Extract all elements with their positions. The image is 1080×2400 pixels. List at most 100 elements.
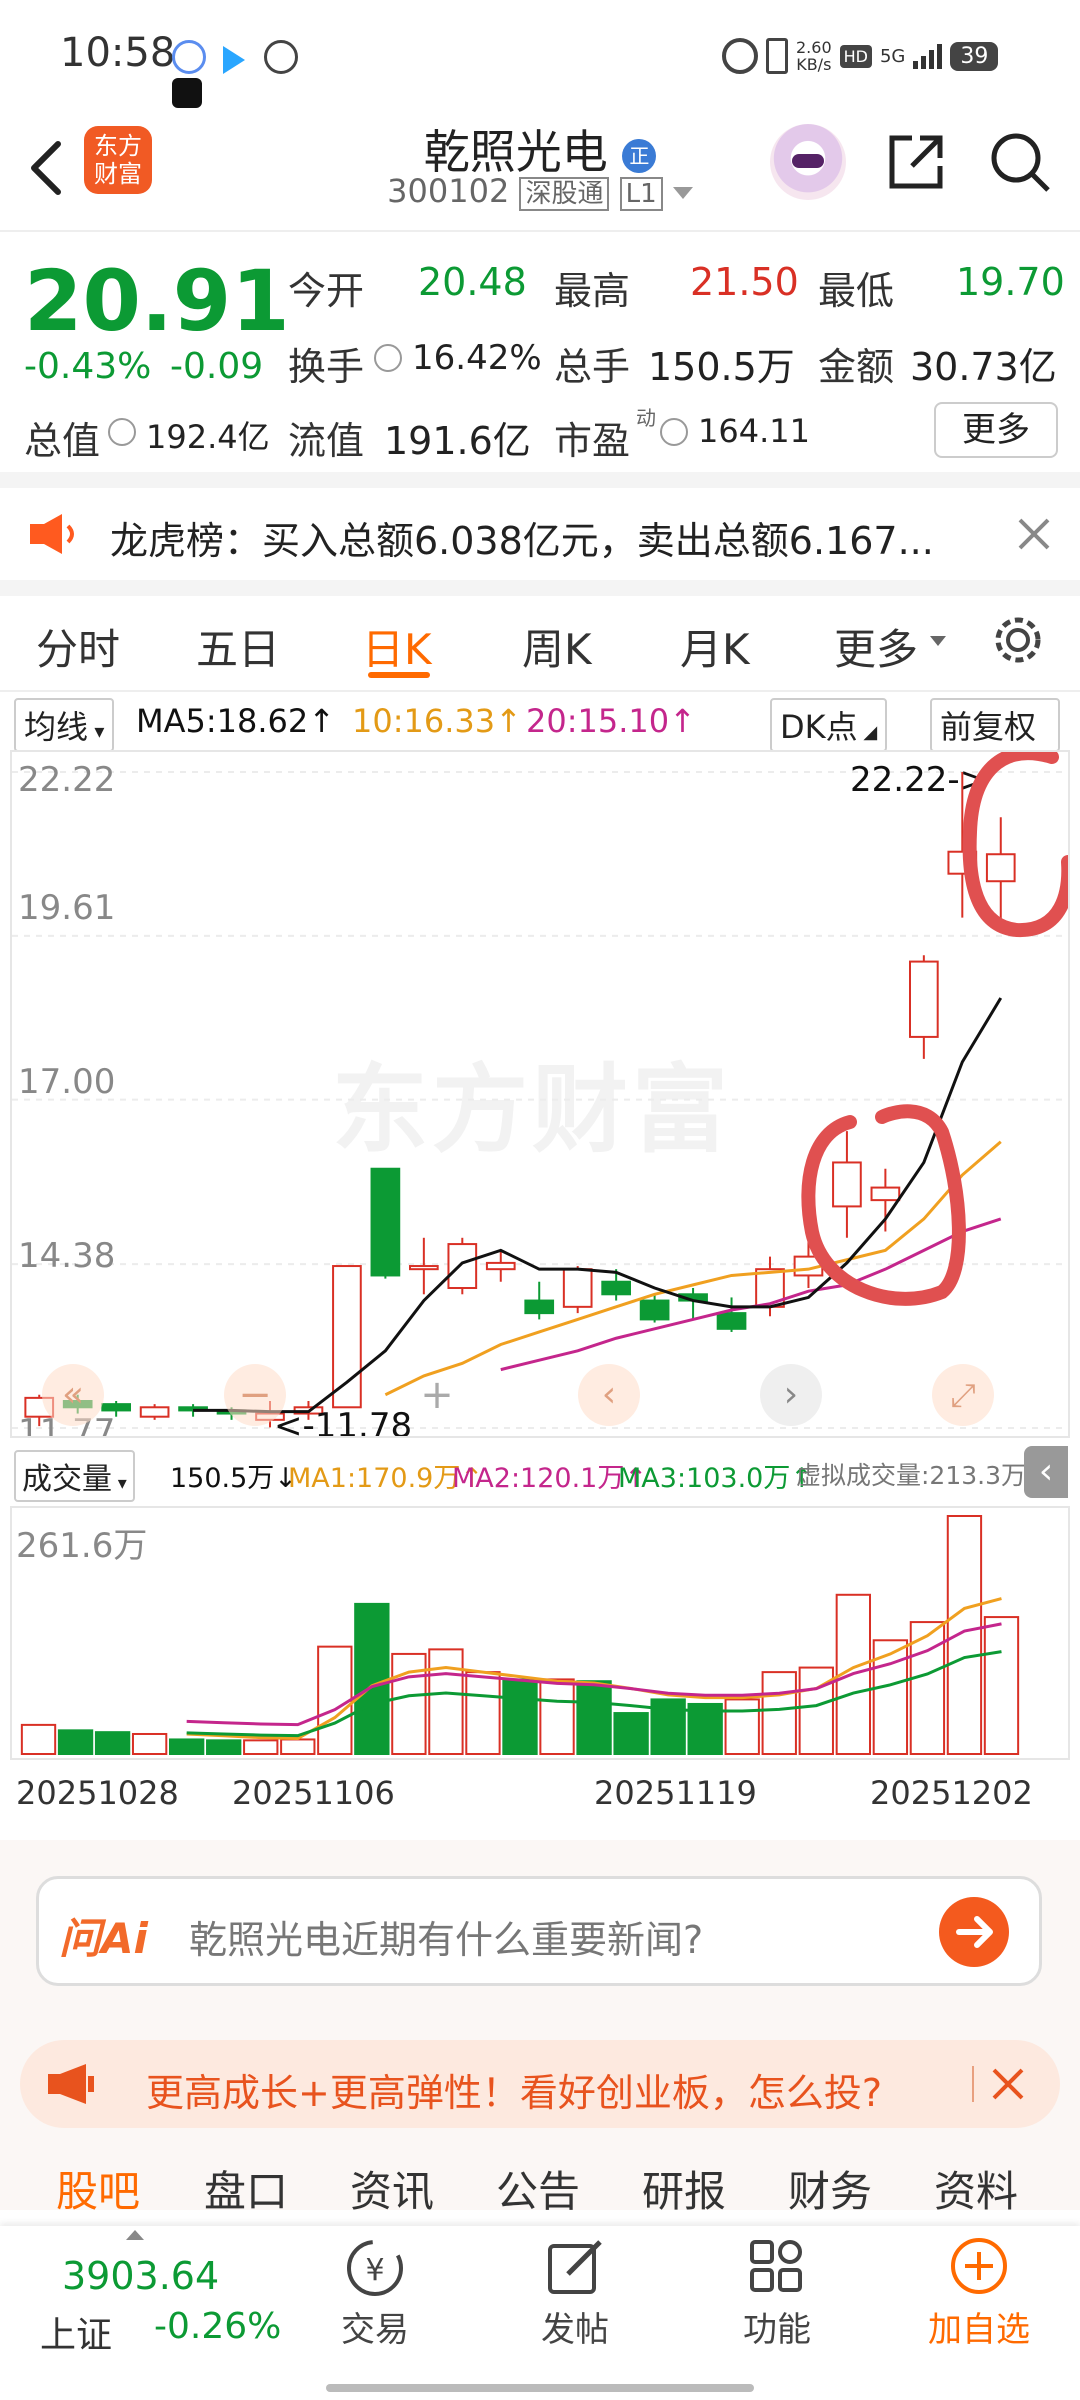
index-widget[interactable]: 3903.64 上证 -0.26% [0, 2226, 282, 2376]
change-pct: -0.43% [24, 346, 152, 387]
promo-text: 更高成长+更高弹性！看好创业板，怎么投? [146, 2071, 883, 2115]
volume-bar [502, 1678, 538, 1755]
dropdown-icon [930, 636, 946, 646]
search-icon [991, 133, 1050, 192]
amount-label: 金额 [818, 345, 895, 389]
tab-profile[interactable]: 资料 [934, 2158, 1018, 2219]
grid-icon [750, 2240, 802, 2292]
notice-text: 龙虎榜：买入总额6.038亿元，卖出总额6.167... [110, 519, 934, 563]
network-type: 5G [879, 45, 906, 67]
ma10-readout: 10:16.33↑ [352, 702, 522, 740]
volume-bar [465, 1671, 501, 1755]
ai-ask-bar[interactable]: 问Ai 乾照光电近期有什么重要新闻? [36, 1876, 1042, 1986]
active-tab-indicator [368, 672, 430, 678]
index-name: 上证 [40, 2315, 113, 2356]
adjust-button[interactable]: 前复权 [930, 698, 1060, 752]
volume-bar [94, 1731, 131, 1755]
signal-icon [913, 43, 943, 69]
more-button[interactable]: 更多 [934, 402, 1058, 458]
date-label: 20251119 [594, 1774, 757, 1812]
indicator-select[interactable]: 均线 ▾ [14, 698, 115, 752]
hand-drawn-circles [801, 752, 1068, 1306]
robot-assistant-icon[interactable] [770, 124, 846, 200]
volume-toolbar: 成交量 ▾ 150.5万↓ MA1:170.9万↑ MA2:120.1万↑ MA… [0, 1446, 1080, 1502]
volume-bar [761, 1671, 797, 1755]
divider [0, 690, 1080, 692]
open-value: 20.48 [418, 260, 527, 304]
net-speed: 2.60 [796, 38, 832, 57]
nav-add-watchlist[interactable]: 加自选 [914, 2236, 1044, 2376]
tab-intraday[interactable]: 分时 [36, 616, 120, 677]
price-chart[interactable]: 东方财富 22.22 19.61 17.00 14.38 11.77 22.22… [10, 750, 1070, 1438]
tab-daily-k[interactable]: 日K [362, 616, 432, 677]
battery-icon: 39 [950, 41, 999, 71]
tab-five-day[interactable]: 五日 [196, 616, 280, 677]
volume-indicator-select[interactable]: 成交量 ▾ [14, 1450, 135, 1502]
high-label: 最高 [554, 269, 631, 313]
section-gap [0, 580, 1080, 596]
volume-chart[interactable]: 261.6万 [10, 1506, 1070, 1760]
market-tag: 深股通 [519, 177, 610, 211]
tab-research[interactable]: 研报 [642, 2158, 726, 2219]
tab-guba[interactable]: 股吧 [56, 2158, 140, 2219]
bottom-nav: 3903.64 上证 -0.26% ¥ 交易 发帖 功能 加自选 [0, 2226, 1080, 2400]
low-value: 19.70 [956, 260, 1065, 304]
dk-point-button[interactable]: DK点 ◢ [770, 698, 888, 752]
nav-trade[interactable]: ¥ 交易 [320, 2236, 430, 2376]
open-label: 今开 [288, 269, 365, 313]
stock-code: 300102 [387, 172, 510, 210]
level-tag: L1 [619, 177, 663, 211]
pe-superscript: 动 [636, 406, 656, 430]
volume-bar [983, 1616, 1020, 1755]
tab-more[interactable]: 更多 [834, 616, 918, 677]
volume-bars [20, 1515, 1020, 1756]
share-button[interactable] [884, 130, 948, 194]
status-bar: 10:58 2.60 KB/s HD 5G 39 [0, 0, 1080, 110]
volume-bar [391, 1652, 427, 1756]
pe-value: 164.11 [698, 412, 810, 450]
search-button[interactable] [988, 130, 1052, 194]
mktcap-value: 192.4亿 [146, 418, 270, 456]
tab-announcements[interactable]: 公告 [496, 2158, 580, 2219]
trade-icon: ¥ [347, 2240, 403, 2296]
quote-panel: 20.91 -0.43% -0.09 今开 20.48 最高 21.50 最低 … [0, 232, 1080, 472]
volume-bar [206, 1739, 242, 1755]
nav-post[interactable]: 发帖 [520, 2236, 630, 2376]
turnover-label: 换手 [288, 345, 365, 389]
tab-financials[interactable]: 财务 [788, 2158, 872, 2219]
ai-logo: 问Ai [59, 1914, 148, 1963]
close-icon[interactable] [990, 2066, 1026, 2102]
arrow-right-icon [956, 1916, 993, 1948]
date-label: 20251202 [870, 1774, 1033, 1812]
notice-bar[interactable]: 龙虎榜：买入总额6.038亿元，卖出总额6.167... [0, 488, 1080, 580]
home-indicator [326, 2384, 754, 2392]
index-change: -0.26% [154, 2306, 282, 2347]
name-badge: 正 [622, 138, 657, 173]
date-label: 20251028 [16, 1774, 179, 1812]
status-right: 2.60 KB/s HD 5G 39 [722, 34, 1042, 78]
nav-functions[interactable]: 功能 [722, 2236, 832, 2376]
volume-label: 总手 [554, 345, 631, 389]
close-icon[interactable] [1016, 516, 1052, 552]
promo-banner[interactable]: 更高成长+更高弹性！看好创业板，怎么投? [20, 2040, 1060, 2128]
vibrate-icon [766, 38, 788, 74]
volume-axis-max: 261.6万 [16, 1526, 148, 1566]
pe-label: 市盈 [554, 419, 631, 463]
dropdown-icon [672, 187, 693, 199]
high-value: 21.50 [690, 260, 799, 304]
volume-bar [539, 1678, 575, 1755]
gear-icon[interactable] [990, 612, 1046, 668]
stock-name: 乾照光电 [423, 125, 608, 179]
tab-news[interactable]: 资讯 [350, 2158, 434, 2219]
ai-send-button[interactable] [939, 1897, 1009, 1967]
volume-bar [243, 1739, 279, 1755]
tab-pankou[interactable]: 盘口 [204, 2158, 288, 2219]
plus-circle-icon [951, 2238, 1007, 2294]
alarm-icon [722, 38, 758, 74]
current-price: 20.91 [24, 252, 290, 350]
collapse-panel-button[interactable]: ‹ [1024, 1446, 1068, 1498]
tab-weekly-k[interactable]: 周K [522, 616, 592, 677]
tab-monthly-k[interactable]: 月K [680, 616, 750, 677]
index-value: 3903.64 [62, 2254, 220, 2298]
turnover-value: 16.42% [412, 338, 542, 378]
